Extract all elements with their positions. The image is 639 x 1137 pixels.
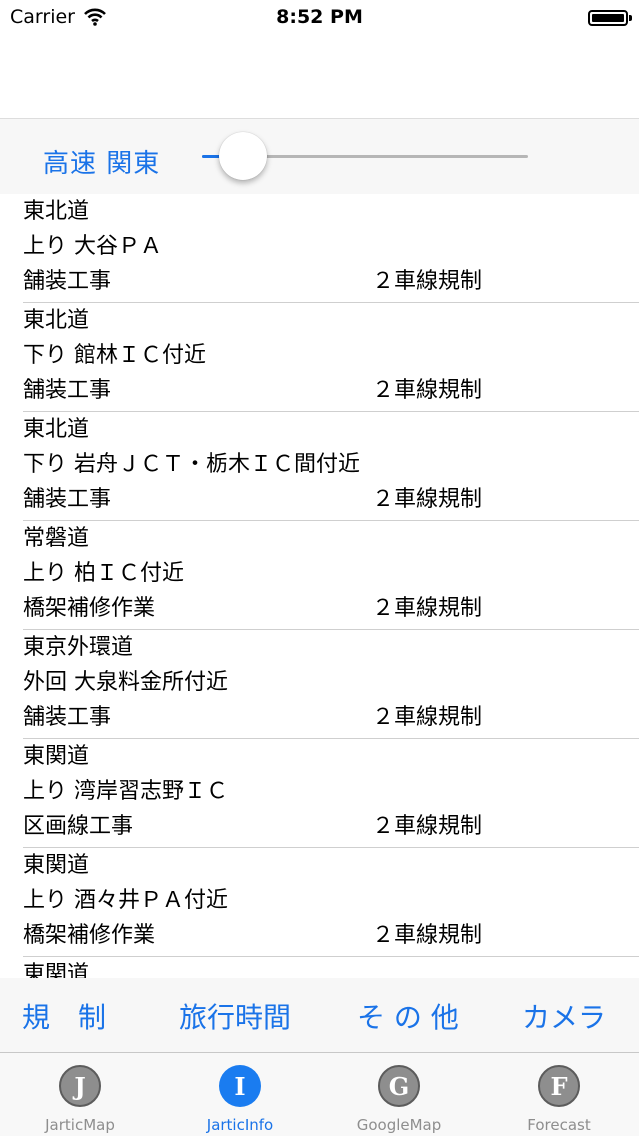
list-item[interactable]: 東北道下り 館林ＩＣ付近 舗装工事 ２車線規制 xyxy=(0,303,639,412)
location-text: 下り 館林ＩＣ付近 xyxy=(23,343,206,368)
category-segment-bar: 規 制 旅行時間 そ の 他 カメラ xyxy=(0,978,639,1052)
tab-jarticmap[interactable]: J JarticMap xyxy=(0,1053,160,1137)
list-item[interactable]: 東北道上り 大谷ＰＡ 舗装工事 ２車線規制 xyxy=(0,194,639,303)
work-type: 舗装工事 xyxy=(23,269,112,294)
restriction-type: ２車線規制 xyxy=(372,814,483,839)
forecast-icon: F xyxy=(538,1065,580,1107)
region-slider-bar: 高速 関東 xyxy=(0,119,639,194)
location-text: 下り 岩舟ＪＣＴ・栃木ＩＣ間付近 xyxy=(23,452,360,477)
tab-label: JarticInfo xyxy=(206,1116,274,1134)
work-type: 舗装工事 xyxy=(23,705,112,730)
location-text: 上り 大谷ＰＡ xyxy=(23,234,162,259)
work-type: 区画線工事 xyxy=(23,814,134,839)
work-type: 舗装工事 xyxy=(23,487,112,512)
jarticinfo-icon: I xyxy=(219,1065,261,1107)
road-name: 常磐道 xyxy=(23,526,90,551)
status-bar: Carrier 8:52 PM xyxy=(0,0,639,40)
road-name: 東関道 xyxy=(23,853,90,878)
restriction-type: ２車線規制 xyxy=(372,269,483,294)
road-name: 東北道 xyxy=(23,199,90,224)
road-name: 東北道 xyxy=(23,308,90,333)
work-type: 橋架補修作業 xyxy=(23,923,156,948)
road-name: 東京外環道 xyxy=(23,635,134,660)
region-label: 高速 関東 xyxy=(43,149,161,179)
battery-tip xyxy=(629,15,632,21)
restriction-type: ２車線規制 xyxy=(372,487,483,512)
list-item[interactable]: 東関道 xyxy=(0,957,639,979)
list-item[interactable]: 東関道上り 酒々井ＰＡ付近 橋架補修作業 ２車線規制 xyxy=(0,848,639,957)
location-text: 外回 大泉料金所付近 xyxy=(23,670,228,695)
restriction-type: ２車線規制 xyxy=(372,596,483,621)
restriction-type: ２車線規制 xyxy=(372,705,483,730)
jarticmap-icon: J xyxy=(59,1065,101,1107)
work-type: 橋架補修作業 xyxy=(23,596,156,621)
slider-thumb[interactable] xyxy=(219,132,268,180)
location-text: 上り 酒々井ＰＡ付近 xyxy=(23,888,228,913)
list-item[interactable]: 東京外環道外回 大泉料金所付近 舗装工事 ２車線規制 xyxy=(0,630,639,739)
tab-bar: J JarticMap I JarticInfo G GoogleMap F F… xyxy=(0,1052,639,1136)
list-item[interactable]: 常磐道上り 柏ＩＣ付近 橋架補修作業 ２車線規制 xyxy=(0,521,639,630)
list-item[interactable]: 東関道上り 湾岸習志野ＩＣ 区画線工事 ２車線規制 xyxy=(0,739,639,848)
work-type: 舗装工事 xyxy=(23,378,112,403)
tab-googlemap[interactable]: G GoogleMap xyxy=(319,1053,479,1137)
tab-label: GoogleMap xyxy=(356,1116,442,1134)
location-text: 上り 湾岸習志野ＩＣ xyxy=(23,779,228,804)
restriction-type: ２車線規制 xyxy=(372,378,483,403)
road-name: 東関道 xyxy=(23,744,90,769)
googlemap-icon: G xyxy=(378,1065,420,1107)
list-item[interactable]: 東北道下り 岩舟ＪＣＴ・栃木ＩＣ間付近 舗装工事 ２車線規制 xyxy=(0,412,639,521)
road-name: 東関道 xyxy=(23,962,90,979)
tab-label: JarticMap xyxy=(45,1116,115,1134)
road-name: 東北道 xyxy=(23,417,90,442)
tab-jarticinfo[interactable]: I JarticInfo xyxy=(160,1053,320,1137)
battery-icon xyxy=(588,10,628,26)
tab-forecast[interactable]: F Forecast xyxy=(479,1053,639,1137)
location-text: 上り 柏ＩＣ付近 xyxy=(23,561,184,586)
segment-travel-time[interactable]: 旅行時間 xyxy=(179,996,291,1036)
tab-label: Forecast xyxy=(527,1116,591,1134)
segment-camera[interactable]: カメラ xyxy=(522,996,606,1036)
restriction-list[interactable]: 東北道 上り 大谷ＰＡ 舗装工事 ２車線規制 東北道 下り 館林ＩＣ付近 舗装工事 ２車線規制… xyxy=(0,194,639,978)
restriction-type: ２車線規制 xyxy=(372,923,483,948)
status-time: 8:52 PM xyxy=(276,6,363,28)
segment-restriction[interactable]: 規 制 xyxy=(22,996,106,1036)
segment-other[interactable]: そ の 他 xyxy=(357,996,459,1036)
